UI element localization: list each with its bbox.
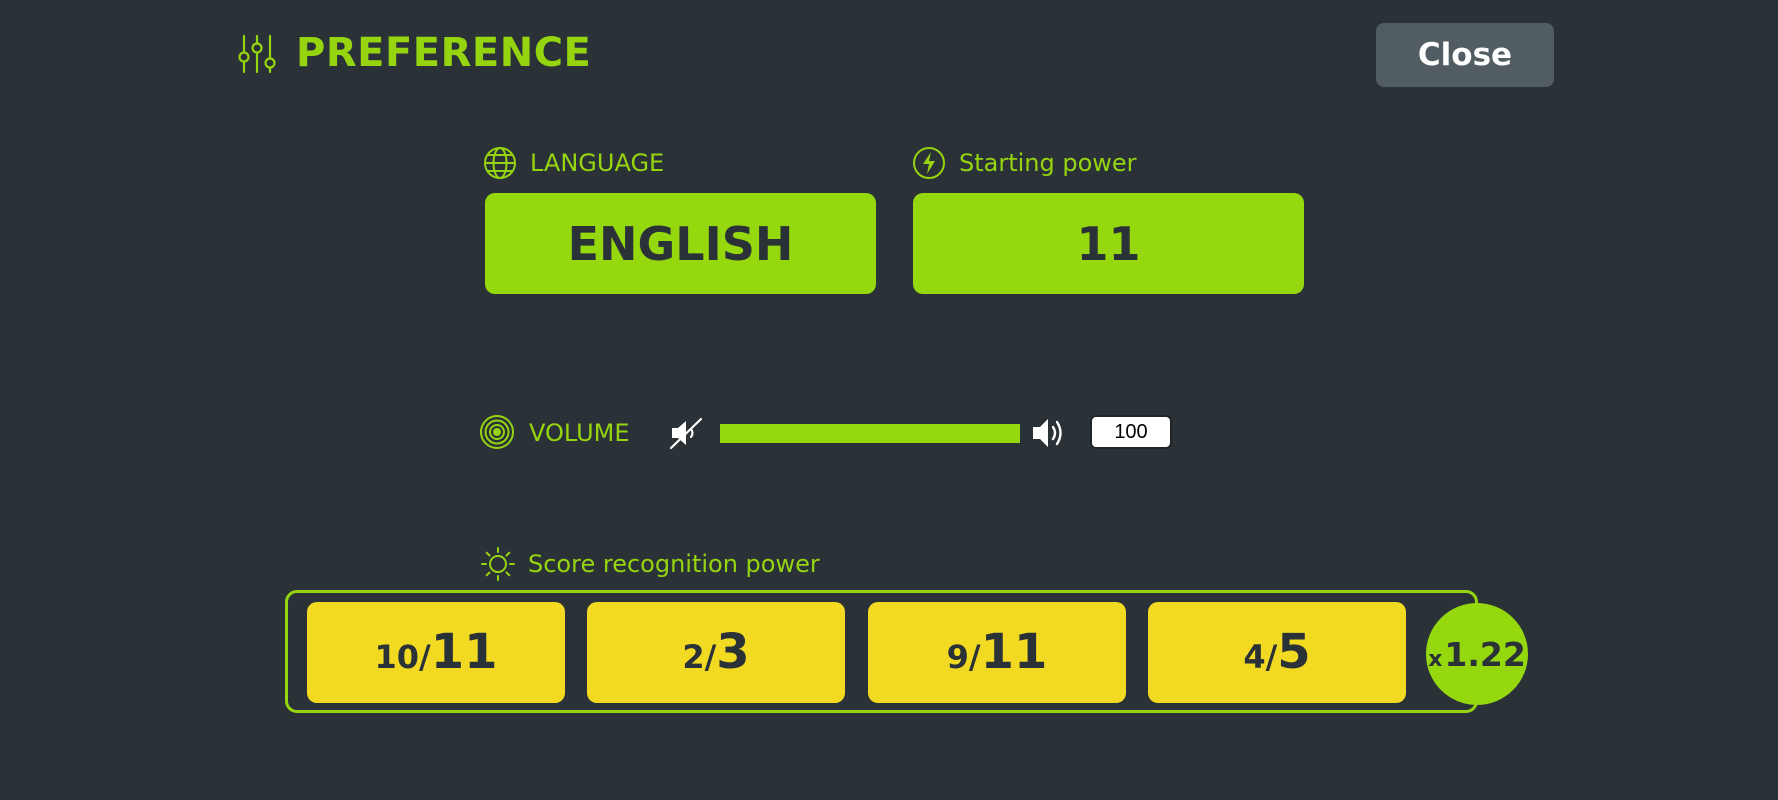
- page-title: PREFERENCE: [296, 30, 592, 76]
- volume-label: VOLUME: [529, 419, 630, 447]
- sun-icon: [481, 547, 515, 581]
- language-label: LANGUAGE: [530, 149, 665, 177]
- multiplier-value: 1.22: [1444, 634, 1526, 674]
- score-card-denominator: 11: [980, 624, 1048, 680]
- starting-power-label: Starting power: [959, 149, 1137, 177]
- score-card-numerator: 2: [682, 638, 705, 676]
- close-button[interactable]: Close: [1376, 23, 1554, 87]
- globe-icon: [484, 147, 516, 179]
- score-card-separator: /: [968, 638, 981, 676]
- lightning-icon: [913, 147, 945, 179]
- score-card[interactable]: 4/5: [1148, 602, 1406, 703]
- score-card-denominator: 3: [716, 624, 750, 680]
- volume-value-field[interactable]: 100: [1090, 415, 1172, 449]
- starting-power-button[interactable]: 11: [913, 193, 1304, 294]
- score-card-numerator: 9: [946, 638, 969, 676]
- language-button[interactable]: ENGLISH: [485, 193, 876, 294]
- score-card-denominator: 5: [1277, 624, 1311, 680]
- target-rings-icon: [480, 415, 514, 449]
- sliders-icon: [238, 34, 276, 74]
- speaker-loud-icon[interactable]: [1030, 414, 1068, 452]
- score-card[interactable]: 10/11: [307, 602, 565, 703]
- multiplier-badge: x 1.22: [1426, 603, 1528, 705]
- score-card-denominator: 11: [430, 624, 498, 680]
- score-card-separator: /: [419, 638, 431, 676]
- score-card[interactable]: 9/11: [868, 602, 1126, 703]
- volume-slider-fill: [720, 424, 1020, 443]
- score-card-separator: /: [704, 638, 717, 676]
- speaker-mute-icon[interactable]: [668, 415, 704, 451]
- multiplier-prefix: x: [1428, 646, 1443, 672]
- score-recognition-label: Score recognition power: [528, 550, 820, 578]
- score-card[interactable]: 2/3: [587, 602, 845, 703]
- score-card-separator: /: [1265, 638, 1278, 676]
- score-card-numerator: 10: [374, 638, 420, 676]
- score-card-numerator: 4: [1243, 638, 1266, 676]
- volume-slider[interactable]: [720, 424, 1020, 443]
